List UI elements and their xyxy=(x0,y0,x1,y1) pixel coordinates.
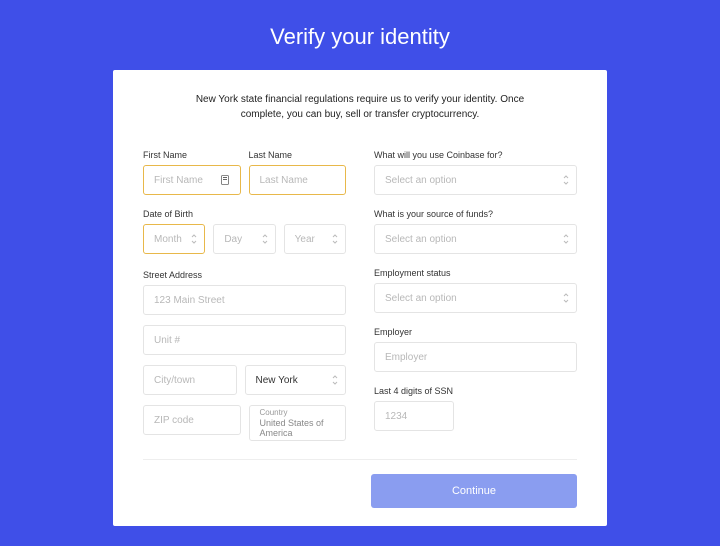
dob-day-value: Day xyxy=(224,234,256,245)
right-column: What will you use Coinbase for? Select a… xyxy=(374,146,577,451)
unit-field[interactable] xyxy=(143,325,346,355)
chevron-updown-icon xyxy=(331,233,339,245)
street-address-field[interactable] xyxy=(143,285,346,315)
employment-status-select[interactable]: Select an option xyxy=(374,283,577,313)
continue-button[interactable]: Continue xyxy=(371,474,577,508)
first-name-label: First Name xyxy=(143,150,241,160)
state-value: New York xyxy=(256,375,328,386)
use-for-label: What will you use Coinbase for? xyxy=(374,150,577,160)
last-name-label: Last Name xyxy=(249,150,347,160)
employer-input[interactable] xyxy=(385,352,566,363)
dob-label: Date of Birth xyxy=(143,209,346,219)
chevron-updown-icon xyxy=(331,374,339,386)
last-name-field[interactable] xyxy=(249,165,347,195)
first-name-field[interactable] xyxy=(143,165,241,195)
zip-input[interactable] xyxy=(154,415,230,426)
identity-card: New York state financial regulations req… xyxy=(113,70,607,526)
left-column: First Name Last Name Date of Birth xyxy=(143,146,346,451)
city-field[interactable] xyxy=(143,365,237,395)
page-title: Verify your identity xyxy=(0,0,720,70)
intro-text: New York state financial regulations req… xyxy=(143,92,577,146)
employer-label: Employer xyxy=(374,327,577,337)
source-of-funds-value: Select an option xyxy=(385,234,558,245)
first-name-input[interactable] xyxy=(154,175,221,186)
divider xyxy=(143,459,577,460)
dob-day-select[interactable]: Day xyxy=(213,224,275,254)
ssn-label: Last 4 digits of SSN xyxy=(374,386,577,396)
chevron-updown-icon xyxy=(562,233,570,245)
street-address-label: Street Address xyxy=(143,270,346,280)
employment-status-value: Select an option xyxy=(385,293,558,304)
city-input[interactable] xyxy=(154,375,226,386)
country-box: Country United States of America xyxy=(249,405,347,441)
country-label: Country xyxy=(260,408,288,417)
unit-input[interactable] xyxy=(154,335,335,346)
dob-month-value: Month xyxy=(154,234,186,245)
chevron-updown-icon xyxy=(261,233,269,245)
ssn-field[interactable] xyxy=(374,401,454,431)
autofill-icon xyxy=(221,175,230,185)
employer-field[interactable] xyxy=(374,342,577,372)
source-of-funds-label: What is your source of funds? xyxy=(374,209,577,219)
dob-year-select[interactable]: Year xyxy=(284,224,346,254)
state-select[interactable]: New York xyxy=(245,365,347,395)
use-for-value: Select an option xyxy=(385,175,558,186)
ssn-input[interactable] xyxy=(385,411,443,422)
actions-row: Continue xyxy=(143,474,577,508)
country-value: United States of America xyxy=(260,418,336,438)
employment-status-label: Employment status xyxy=(374,268,577,278)
street-address-input[interactable] xyxy=(154,295,335,306)
dob-month-select[interactable]: Month xyxy=(143,224,205,254)
zip-field[interactable] xyxy=(143,405,241,435)
last-name-input[interactable] xyxy=(260,175,336,186)
source-of-funds-select[interactable]: Select an option xyxy=(374,224,577,254)
chevron-updown-icon xyxy=(562,292,570,304)
use-for-select[interactable]: Select an option xyxy=(374,165,577,195)
chevron-updown-icon xyxy=(190,233,198,245)
chevron-updown-icon xyxy=(562,174,570,186)
dob-year-value: Year xyxy=(295,234,327,245)
